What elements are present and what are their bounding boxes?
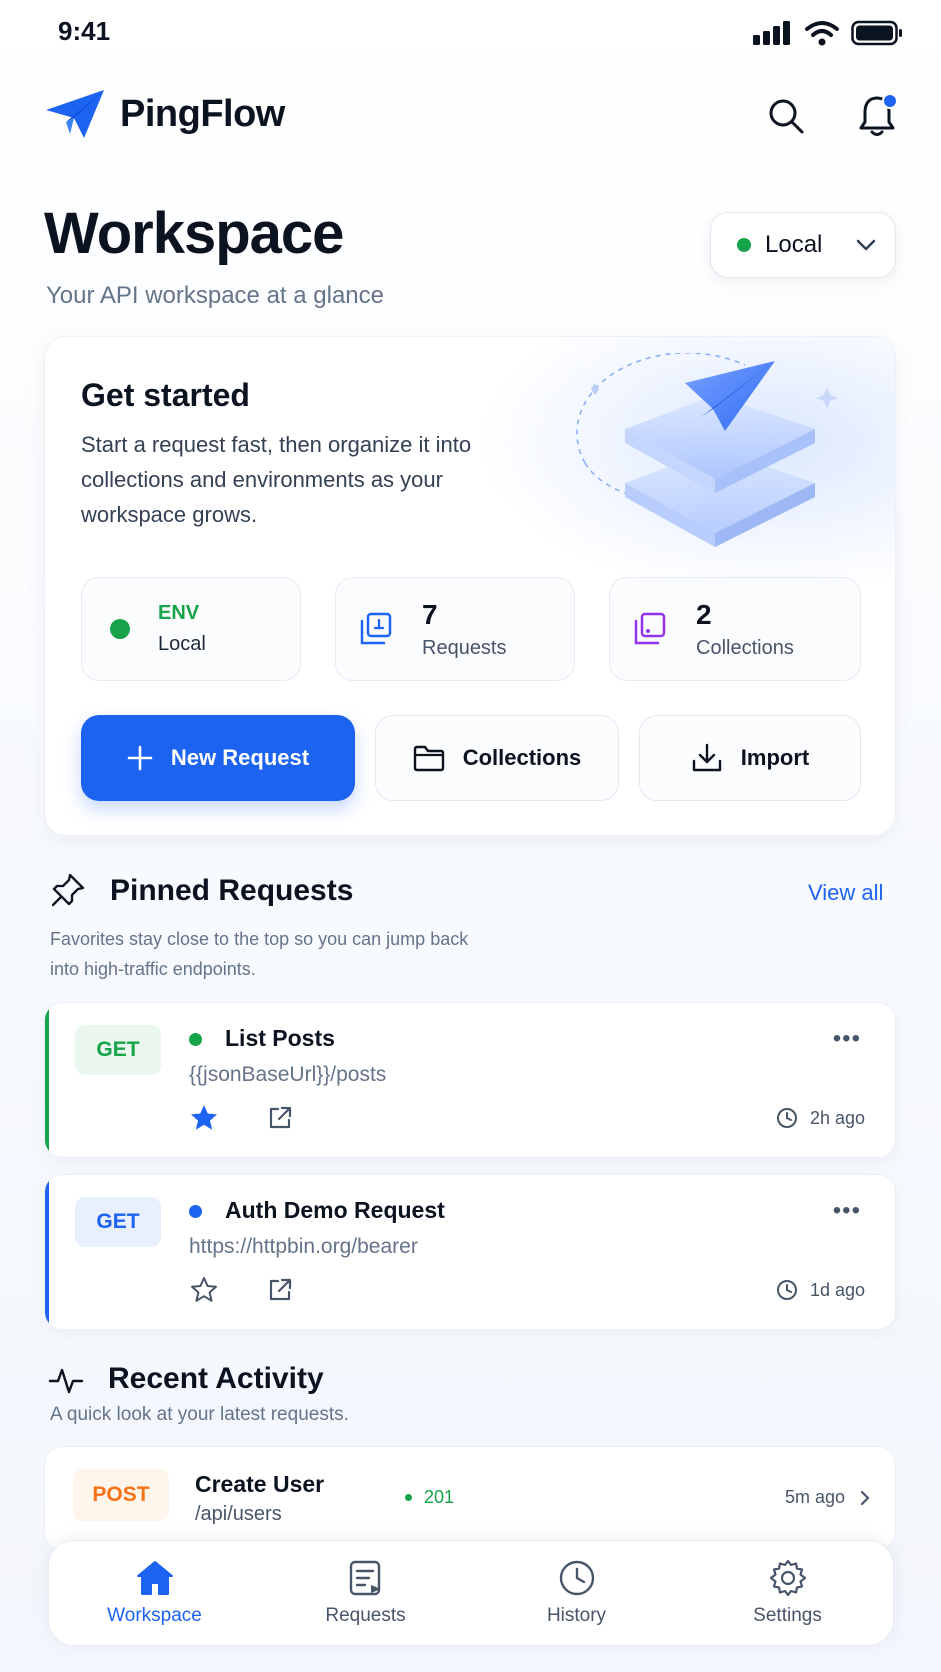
folder-icon [413,745,444,772]
activity-path: /api/users [195,1503,282,1525]
request-time-label: 1d ago [809,1279,865,1300]
method-badge: GET [75,1025,161,1075]
request-name: Auth Demo Request [225,1197,445,1223]
recent-activity-subtitle: A quick look at your latest requests. [50,1404,349,1425]
request-url: https://httpbin.org/bearer [189,1235,418,1258]
paper-plane-logo-icon [46,90,104,138]
import-label: Import [740,745,810,770]
new-request-button[interactable]: New Request [81,715,355,801]
notifications-button[interactable] [856,92,898,138]
env-status-dot [737,238,751,252]
clock-icon [776,1280,797,1300]
requests-list-icon [349,1560,381,1596]
import-button[interactable]: Import [639,715,861,801]
request-name: List Posts [225,1025,335,1051]
plus-icon [127,745,153,771]
method-badge: POST [73,1469,169,1521]
status-code-value: 201 [424,1487,455,1507]
get-started-card: Get started Start a request fast, then o… [44,336,896,836]
get-started-title: Get started [81,377,250,413]
signal-icon [753,21,790,45]
status-time: 9:41 [58,16,111,46]
status-code: 201 [405,1487,454,1508]
activity-name: Create User [195,1471,325,1497]
environment-select[interactable]: Local [710,212,896,278]
request-time: 2h ago [776,1107,865,1129]
activity-pulse-icon [48,1368,84,1394]
chevron-right-icon [860,1490,870,1505]
pinned-request-card[interactable]: GET List Posts {{jsonBaseUrl}}/posts •••… [44,1002,896,1158]
view-all-link[interactable]: View all [808,880,883,906]
stat-requests-label: Requests [422,636,507,659]
method-badge: GET [75,1197,161,1247]
collections-stack-icon [634,612,666,645]
env-active-dot [110,619,130,639]
clock-icon [559,1560,594,1596]
environment-select-value: Local [765,231,823,258]
nav-history[interactable]: History [471,1541,682,1645]
open-external-icon[interactable] [267,1277,293,1303]
page-title: Workspace [44,201,344,266]
home-icon [136,1561,173,1595]
download-icon [692,743,721,772]
more-options-button[interactable]: ••• [833,1197,861,1225]
nav-requests[interactable]: Requests [260,1541,471,1645]
star-outline-icon[interactable] [189,1275,219,1305]
collections-button[interactable]: Collections [375,715,619,801]
activity-time: 5m ago [785,1487,871,1508]
nav-workspace-label: Workspace [107,1605,202,1626]
new-request-label: New Request [170,745,310,770]
search-icon [769,99,804,134]
pinned-requests-title: Pinned Requests [110,874,354,907]
star-filled-icon[interactable] [189,1103,219,1133]
stat-env-value: Local [158,633,206,655]
request-status-dot [189,1033,202,1046]
wifi-icon [805,21,839,46]
stat-requests[interactable]: 7 Requests [335,577,575,681]
nav-settings-label: Settings [753,1605,822,1626]
nav-settings[interactable]: Settings [682,1541,893,1645]
nav-workspace[interactable]: Workspace [49,1541,260,1645]
page-subtitle: Your API workspace at a glance [46,282,384,309]
activity-item[interactable]: POST Create User /api/users 201 5m ago [44,1446,896,1550]
bell-icon [859,93,898,136]
recent-activity-title: Recent Activity [108,1362,324,1395]
nav-history-label: History [546,1605,607,1626]
stat-requests-count: 7 [422,598,438,630]
more-options-button[interactable]: ••• [833,1025,861,1053]
request-time-label: 2h ago [809,1107,865,1128]
layers-plane-illustration [576,353,838,547]
gear-icon [769,1559,806,1597]
stat-environment[interactable]: ENV Local [81,577,301,681]
app-brand[interactable]: PingFlow [44,88,285,140]
stat-collections-count: 2 [696,598,712,630]
stat-collections[interactable]: 2 Collections [609,577,861,681]
pinned-request-card[interactable]: GET Auth Demo Request https://httpbin.or… [44,1174,896,1330]
request-url: {{jsonBaseUrl}}/posts [189,1063,387,1086]
open-external-icon[interactable] [267,1105,293,1131]
app-name: PingFlow [120,92,285,135]
clock-icon [776,1108,797,1128]
stat-collections-label: Collections [696,636,794,659]
stat-env-label: ENV [158,602,200,624]
activity-time-label: 5m ago [784,1487,845,1507]
requests-stack-icon [360,612,392,645]
search-button[interactable] [766,96,806,136]
battery-icon [851,20,902,46]
nav-requests-label: Requests [325,1605,406,1626]
request-status-dot [189,1205,202,1218]
bottom-navigation: Workspace Requests History Settings [48,1540,894,1646]
request-time: 1d ago [776,1279,865,1301]
chevron-down-icon [856,239,876,251]
pinned-requests-subtitle: Favorites stay close to the top so you c… [50,929,469,979]
collections-label: Collections [462,745,582,770]
get-started-description: Start a request fast, then organize it i… [81,432,472,527]
status-icons [753,20,903,46]
pin-icon [51,873,85,907]
